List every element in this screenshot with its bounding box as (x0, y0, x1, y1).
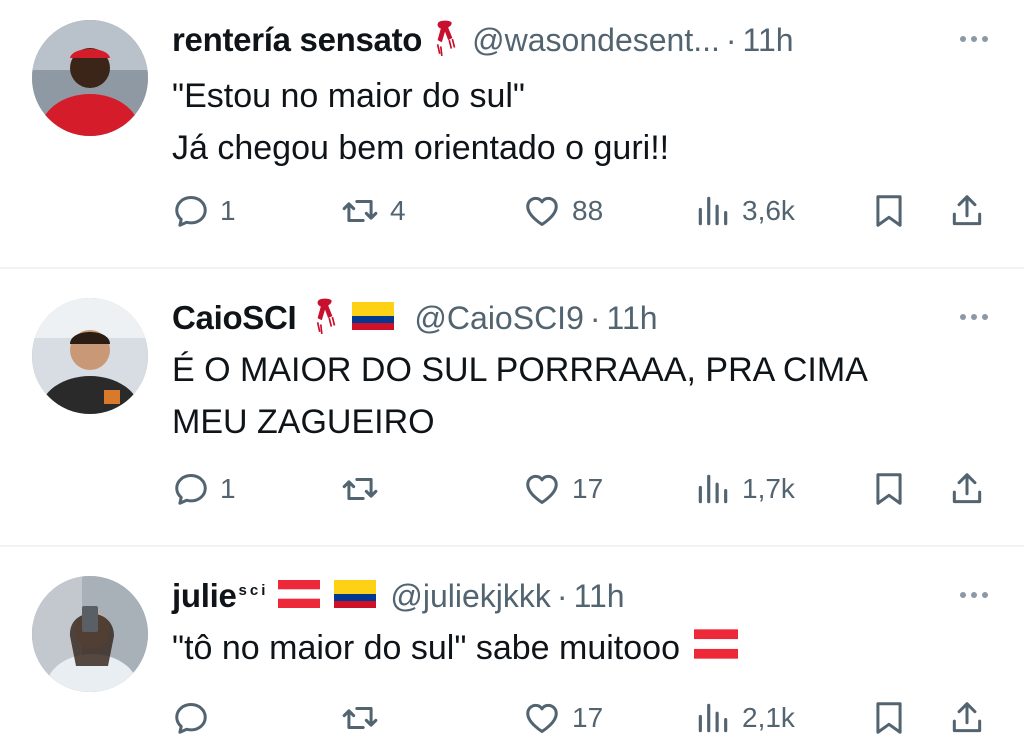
like-count: 17 (572, 702, 604, 733)
user-handle[interactable]: @wasondesent... (472, 22, 720, 59)
views-button[interactable]: 1,7k (694, 470, 795, 508)
tweet-header: CaioSCI @CaioSCI9 · 11h (172, 296, 658, 340)
tweet-text: É O MAIOR DO SUL PORRRAAA, PRA CIMA MEU … (172, 344, 868, 448)
repost-arrows-icon (340, 699, 380, 737)
like-count: 88 (572, 195, 604, 226)
like-button[interactable]: 88 (522, 192, 603, 230)
timestamp[interactable]: 11h (743, 22, 794, 59)
scarf-emoji (314, 297, 336, 340)
tweet-3[interactable]: julie sci @juliekjkkk · 11h "tô no maior … (0, 547, 1024, 726)
share-button[interactable] (948, 470, 986, 508)
repost-arrows-icon (340, 470, 380, 508)
more-options-icon[interactable] (960, 314, 988, 320)
tweet-text-line: "Estou no maior do sul" (172, 77, 525, 115)
austria-flag-emoji (278, 580, 320, 613)
action-bar: 1 17 1,7k (172, 464, 992, 514)
share-upload-icon (948, 192, 986, 230)
bookmark-button[interactable] (870, 699, 908, 737)
repost-count: 4 (390, 195, 406, 226)
tweet-text-line: É O MAIOR DO SUL PORRRAAA, PRA CIMA (172, 351, 868, 389)
action-bar: 1 4 88 3,6k (172, 186, 992, 236)
avatar[interactable] (32, 576, 148, 692)
reply-button[interactable] (172, 699, 220, 737)
view-count: 1,7k (742, 473, 795, 504)
tweet-text-line: Já chegou bem orientado o guri!! (172, 129, 670, 167)
heart-icon (522, 699, 562, 737)
reply-button[interactable]: 1 (172, 470, 236, 508)
repost-button[interactable] (340, 699, 390, 737)
repost-button[interactable]: 4 (340, 192, 406, 230)
action-bar: 17 2,1k (172, 693, 992, 743)
display-name[interactable]: rentería sensato (172, 21, 422, 59)
bar-chart-icon (694, 699, 732, 737)
user-handle[interactable]: @CaioSCI9 (414, 300, 583, 337)
reply-count: 1 (220, 473, 236, 504)
tweet-header: julie sci @juliekjkkk · 11h (172, 574, 625, 618)
heart-icon (522, 192, 562, 230)
bookmark-icon (870, 699, 908, 737)
tweet-2[interactable]: CaioSCI @CaioSCI9 · 11h É O MAIOR DO SUL… (0, 269, 1024, 546)
more-options-icon[interactable] (960, 36, 988, 42)
display-name-text: julie (172, 577, 237, 614)
like-button[interactable]: 17 (522, 699, 603, 737)
avatar[interactable] (32, 298, 148, 414)
timestamp[interactable]: 11h (607, 300, 658, 337)
scarf-emoji (434, 19, 456, 62)
heart-icon (522, 470, 562, 508)
tweet-1[interactable]: rentería sensato @wasondesent... · 11h "… (0, 0, 1024, 268)
tweet-text: "tô no maior do sul" sabe muitooo (172, 622, 738, 674)
bookmark-button[interactable] (870, 470, 908, 508)
bar-chart-icon (694, 470, 732, 508)
timestamp[interactable]: 11h (574, 578, 625, 615)
view-count: 2,1k (742, 702, 795, 733)
like-button[interactable]: 17 (522, 470, 603, 508)
reply-count: 1 (220, 195, 236, 226)
separator: · (725, 21, 737, 58)
separator: · (589, 299, 601, 336)
bar-chart-icon (694, 192, 732, 230)
colombia-flag-emoji (352, 302, 394, 335)
speech-bubble-icon (172, 699, 210, 737)
separator: · (556, 577, 568, 614)
share-button[interactable] (948, 192, 986, 230)
views-button[interactable]: 3,6k (694, 192, 795, 230)
view-count: 3,6k (742, 195, 795, 226)
colombia-flag-emoji (334, 580, 376, 613)
tweet-text-line: "tô no maior do sul" sabe muitooo (172, 629, 680, 667)
bookmark-button[interactable] (870, 192, 908, 230)
tweet-header: rentería sensato @wasondesent... · 11h (172, 18, 794, 62)
more-options-icon[interactable] (960, 592, 988, 598)
share-upload-icon (948, 470, 986, 508)
austria-flag-emoji (694, 622, 738, 674)
share-upload-icon (948, 699, 986, 737)
bookmark-icon (870, 470, 908, 508)
name-superscript: sci (238, 582, 269, 599)
repost-arrows-icon (340, 192, 380, 230)
reply-button[interactable]: 1 (172, 192, 236, 230)
bookmark-icon (870, 192, 908, 230)
like-count: 17 (572, 473, 604, 504)
speech-bubble-icon (172, 192, 210, 230)
views-button[interactable]: 2,1k (694, 699, 795, 737)
user-handle[interactable]: @juliekjkkk (390, 578, 551, 615)
avatar[interactable] (32, 20, 148, 136)
share-button[interactable] (948, 699, 986, 737)
speech-bubble-icon (172, 470, 210, 508)
tweet-text-line: MEU ZAGUEIRO (172, 403, 435, 441)
display-name[interactable]: julie sci (172, 577, 268, 615)
display-name[interactable]: CaioSCI (172, 299, 297, 337)
repost-button[interactable] (340, 470, 390, 508)
tweet-text: "Estou no maior do sul" Já chegou bem or… (172, 70, 669, 174)
